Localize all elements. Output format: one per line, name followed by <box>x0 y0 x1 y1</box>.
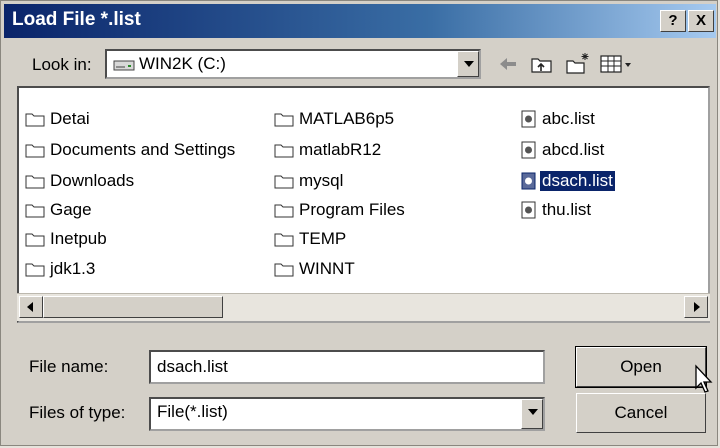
folder-icon <box>25 144 45 158</box>
folder-icon <box>274 263 294 277</box>
list-item[interactable]: Gage <box>25 199 94 223</box>
folder-icon <box>25 113 45 127</box>
list-item[interactable]: abcd.list <box>521 139 606 163</box>
list-file-icon <box>521 172 536 190</box>
files-of-type-value: File(*.list) <box>157 402 228 421</box>
file-name-input[interactable] <box>151 352 543 382</box>
folder-icon <box>25 263 45 277</box>
list-file-icon <box>521 110 536 128</box>
scroll-right-button[interactable] <box>684 296 708 318</box>
file-name-field[interactable] <box>149 350 545 384</box>
list-item[interactable]: jdk1.3 <box>25 258 97 282</box>
drive-icon <box>113 60 135 71</box>
open-button[interactable]: Open <box>575 346 707 388</box>
list-item[interactable]: WINNT <box>274 258 357 282</box>
look-in-value: WIN2K (C:) <box>139 54 226 73</box>
files-of-type-label: Files of type: <box>29 403 126 422</box>
look-in-dropdown[interactable]: WIN2K (C:) <box>105 49 481 79</box>
folder-icon <box>25 175 45 189</box>
list-item[interactable]: TEMP <box>274 228 348 252</box>
list-item[interactable]: Inetpub <box>25 228 109 252</box>
scroll-thumb[interactable] <box>43 296 223 318</box>
list-file-icon <box>521 201 536 219</box>
list-item-selected[interactable]: dsach.list <box>521 170 615 194</box>
file-name-label: File name: <box>29 357 109 376</box>
folder-icon <box>274 233 294 247</box>
dialog-title: Load File *.list <box>12 9 141 30</box>
list-item[interactable]: Documents and Settings <box>25 139 237 163</box>
new-folder-icon[interactable] <box>565 51 591 77</box>
back-arrow-icon[interactable] <box>495 51 521 77</box>
list-item[interactable]: Downloads <box>25 170 136 194</box>
look-in-dropdown-button[interactable] <box>457 51 479 77</box>
close-button[interactable]: X <box>688 10 714 32</box>
load-file-dialog: Load File *.list ? X Look in: WIN2K (C:)… <box>0 0 718 446</box>
title-bar[interactable]: Load File *.list ? X <box>4 4 716 38</box>
list-file-icon <box>521 141 536 159</box>
folder-icon <box>274 113 294 127</box>
folder-icon <box>25 233 45 247</box>
files-of-type-dropdown[interactable]: File(*.list) <box>149 397 545 431</box>
list-item[interactable]: abc.list <box>521 108 597 132</box>
list-item[interactable]: matlabR12 <box>274 139 383 163</box>
scroll-left-button[interactable] <box>19 296 43 318</box>
up-folder-icon[interactable] <box>529 51 555 77</box>
horizontal-scrollbar[interactable] <box>17 293 710 321</box>
folder-icon <box>274 204 294 218</box>
look-in-label: Look in: <box>32 55 92 74</box>
view-menu-icon[interactable] <box>599 51 635 77</box>
mouse-cursor-icon <box>695 364 713 393</box>
folder-icon <box>274 175 294 189</box>
list-item[interactable]: mysql <box>274 170 345 194</box>
file-list[interactable]: Detai Documents and Settings Downloads G… <box>17 86 710 323</box>
files-of-type-dropdown-button[interactable] <box>521 399 543 429</box>
list-item[interactable]: thu.list <box>521 199 593 223</box>
list-item[interactable]: Detai <box>25 108 92 132</box>
list-item[interactable]: Program Files <box>274 199 407 223</box>
help-button[interactable]: ? <box>660 10 686 32</box>
folder-icon <box>274 144 294 158</box>
cancel-button[interactable]: Cancel <box>576 393 706 433</box>
list-item[interactable]: MATLAB6p5 <box>274 108 396 132</box>
folder-icon <box>25 204 45 218</box>
